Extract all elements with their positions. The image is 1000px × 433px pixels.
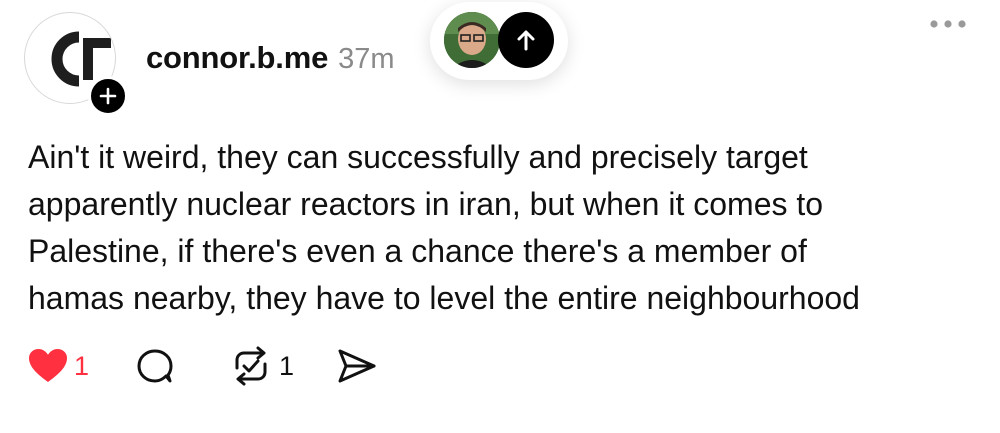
post-line: apparently nuclear reactors in iran, but… — [28, 186, 824, 222]
follow-button[interactable] — [88, 76, 128, 116]
post-actions: 1 1 — [28, 346, 378, 386]
post-line: hamas nearby, they have to level the ent… — [28, 280, 860, 316]
more-options-button[interactable] — [928, 14, 968, 34]
post-line: Palestine, if there's even a chance ther… — [28, 233, 807, 269]
post-timestamp: 37m — [338, 43, 395, 75]
new-posts-pill[interactable] — [430, 2, 568, 80]
more-horizontal-icon — [930, 20, 966, 28]
repost-icon — [235, 346, 267, 386]
reply-button[interactable] — [135, 346, 175, 386]
arrow-up-icon — [517, 30, 535, 51]
send-icon — [338, 349, 376, 383]
author-username[interactable]: connor.b.me — [146, 40, 328, 76]
author-avatar-container[interactable] — [24, 12, 128, 116]
person-photo-icon — [444, 12, 500, 68]
like-button[interactable]: 1 — [28, 348, 89, 384]
plus-icon — [99, 87, 117, 105]
repost-count: 1 — [279, 350, 295, 381]
post-header: connor.b.me 37m — [146, 40, 395, 76]
post-line: Ain't it weird, they can successfully an… — [28, 139, 808, 175]
like-count: 1 — [74, 350, 90, 381]
scroll-top-button[interactable] — [498, 12, 554, 68]
new-post-avatar — [444, 12, 500, 68]
post-body: Ain't it weird, they can successfully an… — [28, 134, 978, 322]
comment-bubble-icon — [137, 349, 173, 383]
heart-icon — [29, 349, 67, 382]
repost-button[interactable]: 1 — [229, 346, 294, 386]
share-button[interactable] — [336, 346, 378, 386]
